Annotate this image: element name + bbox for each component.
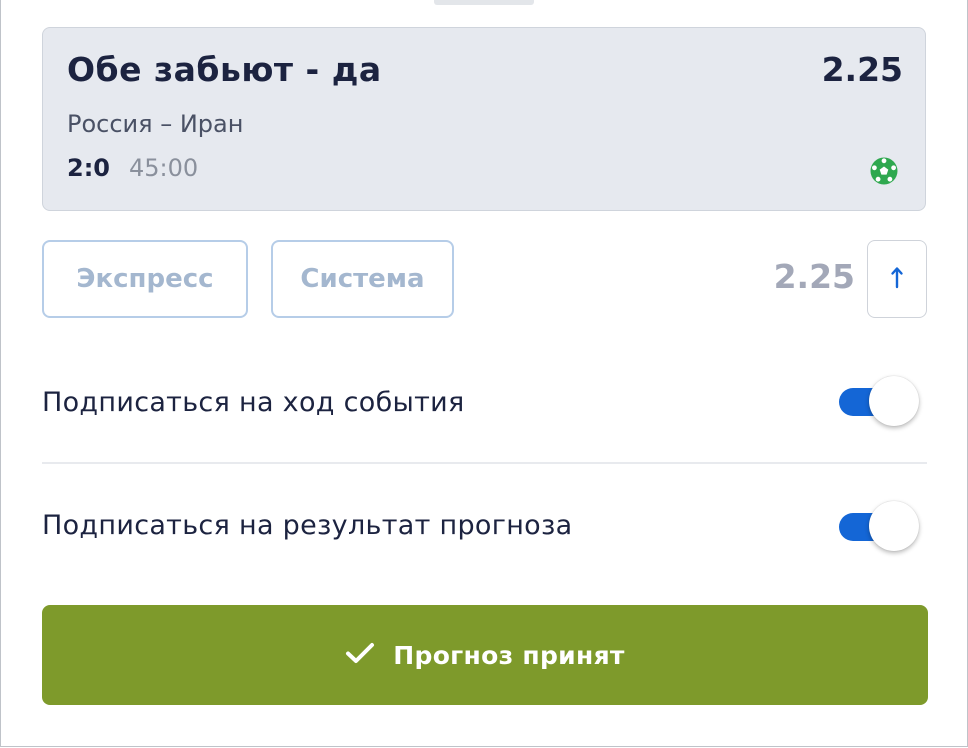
arrow-up-icon [890,265,904,293]
subscribe-result-toggle[interactable] [839,498,921,554]
match-time: 45:00 [129,154,199,182]
prediction-accepted-label: Прогноз принят [393,640,625,670]
system-button[interactable]: Система [271,240,454,318]
total-odds: 2.25 [773,257,855,296]
divider [42,462,927,464]
subscribe-result-label: Подписаться на результат прогноза [42,510,573,541]
bet-odds: 2.25 [821,50,903,89]
subscribe-event-label: Подписаться на ход события [42,387,465,418]
odds-up-button[interactable] [867,240,927,318]
match-name: Россия – Иран [67,110,244,138]
express-button[interactable]: Экспресс [42,240,248,318]
toggle-knob [869,501,919,551]
drag-handle[interactable] [434,0,534,5]
toggle-knob [869,376,919,426]
prediction-accepted-button[interactable]: Прогноз принят [42,605,928,705]
bet-card[interactable]: Обе забьют - да 2.25 Россия – Иран 2:0 4… [42,27,926,211]
soccer-ball-icon [869,156,899,186]
bet-title: Обе забьют - да [67,50,382,89]
checkmark-icon [345,641,375,669]
subscribe-event-toggle[interactable] [839,373,921,429]
match-score: 2:0 [67,154,110,182]
bet-slip-panel: Обе забьют - да 2.25 Россия – Иран 2:0 4… [0,0,968,747]
